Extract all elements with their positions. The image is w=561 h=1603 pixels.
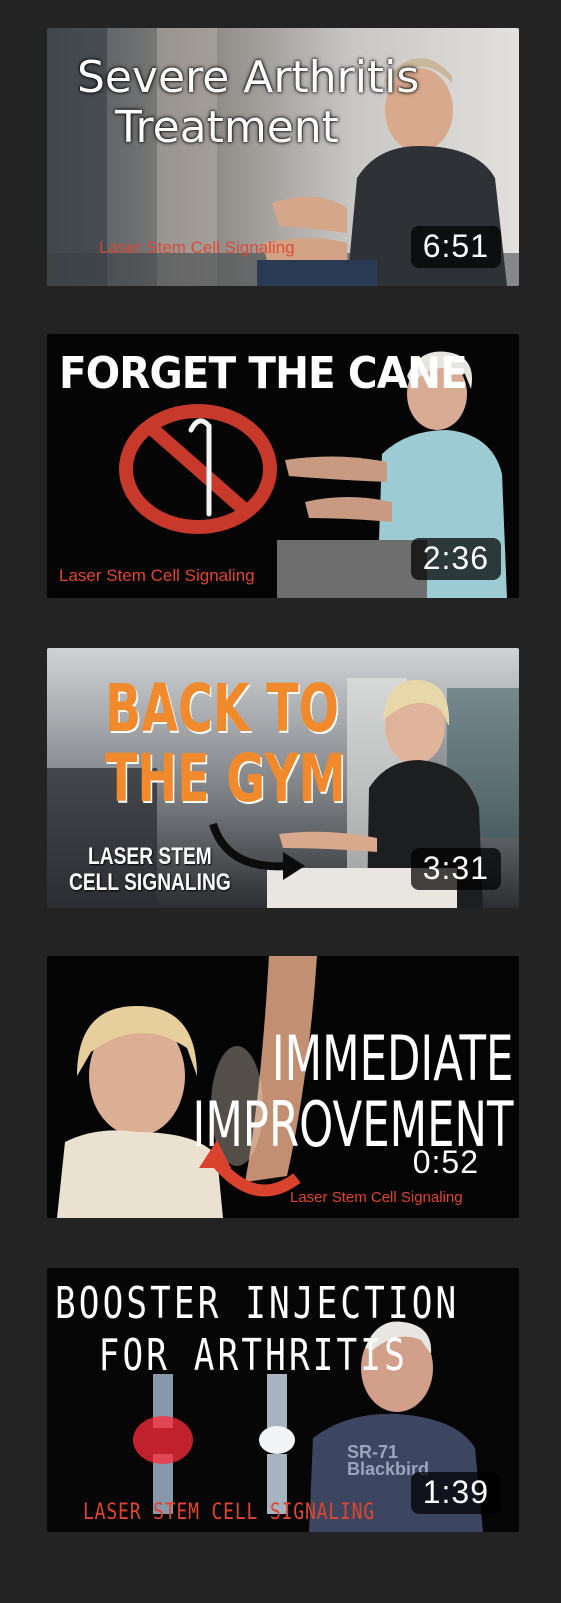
curved-arrow-icon bbox=[209, 822, 305, 880]
video-duration-badge: 3:31 bbox=[410, 848, 501, 890]
thumbnail-headline: Severe Arthritis Treatment bbox=[77, 52, 420, 153]
red-arrow-icon bbox=[199, 1140, 301, 1197]
headline-line-1: Severe Arthritis bbox=[77, 52, 420, 103]
headline-line-2: FOR ARTHRITIS bbox=[98, 1330, 408, 1381]
channel-watermark: Laser Stem Cell Signaling bbox=[59, 566, 255, 585]
headline-line-1: BACK TO bbox=[105, 670, 340, 747]
channel-watermark: LASER STEM CELL SIGNALING bbox=[83, 1500, 376, 1525]
video-thumbnail-forget-the-cane[interactable]: FORGET THE CANE Laser Stem Cell Signalin… bbox=[47, 334, 519, 598]
channel-watermark: Laser Stem Cell Signaling bbox=[290, 1189, 463, 1206]
video-duration-badge: 0:52 bbox=[412, 1144, 479, 1180]
video-duration-badge: 2:36 bbox=[410, 538, 501, 580]
thumbnail-headline: BACK TO THE GYM bbox=[105, 676, 346, 812]
headline-line-1: BOOSTER INJECTION bbox=[55, 1278, 460, 1329]
headline-line-2: THE GYM bbox=[105, 740, 346, 817]
video-thumbnail-severe-arthritis[interactable]: Severe Arthritis Treatment Laser Stem Ce… bbox=[47, 28, 519, 286]
headline-line-1: IMMEDIATE bbox=[271, 1022, 513, 1095]
knee-xray-icon bbox=[133, 1374, 295, 1514]
channel-watermark: Laser Stem Cell Signaling bbox=[99, 238, 295, 257]
thumbnail-headline: FORGET THE CANE bbox=[59, 348, 468, 399]
thumbnail-headline: BOOSTER INJECTION FOR ARTHRITIS bbox=[55, 1282, 459, 1378]
video-thumbnail-booster-injection[interactable]: BOOSTER INJECTION FOR ARTHRITIS SR-71 Bl… bbox=[47, 1268, 519, 1532]
video-thumbnail-immediate-improvement[interactable]: IMMEDIATE IMPROVEMENT Laser Stem Cell Si… bbox=[47, 956, 519, 1218]
video-thumbnail-back-to-the-gym[interactable]: BACK TO THE GYM LASER STEM CELL SIGNALIN… bbox=[47, 648, 519, 908]
headline-line-2: Treatment bbox=[115, 102, 339, 153]
video-duration-badge: 1:39 bbox=[410, 1472, 501, 1514]
video-duration-badge: 6:51 bbox=[410, 226, 501, 268]
no-cane-icon bbox=[119, 404, 277, 534]
